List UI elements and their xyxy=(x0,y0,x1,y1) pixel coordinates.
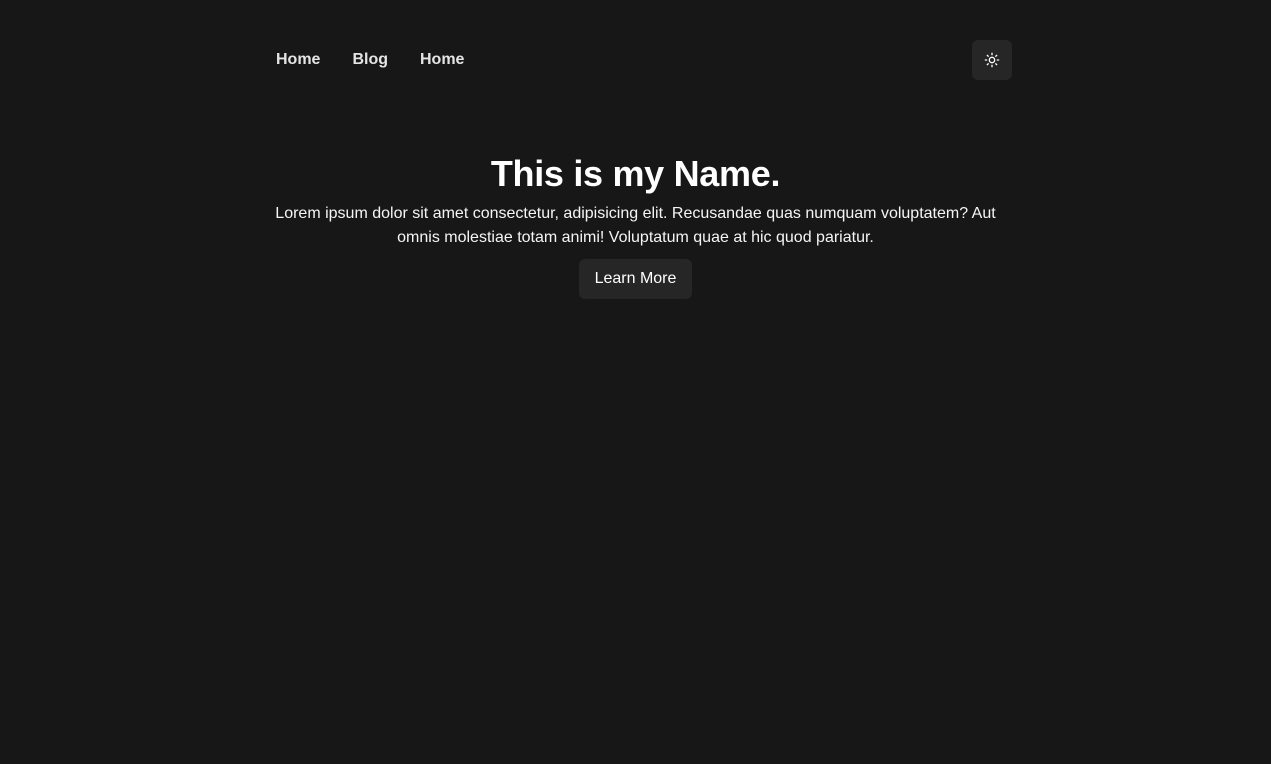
nav-link-blog[interactable]: Blog xyxy=(336,40,404,80)
page: Home Blog Home This is my Name. Lorem ip… xyxy=(0,0,1271,764)
theme-toggle-button[interactable] xyxy=(972,40,1012,80)
nav-links: Home Blog Home xyxy=(260,40,480,80)
nav-link-home[interactable]: Home xyxy=(260,40,336,80)
learn-more-button[interactable]: Learn More xyxy=(578,259,693,299)
hero-title: This is my Name. xyxy=(490,153,781,194)
sun-icon xyxy=(984,52,1000,68)
navbar: Home Blog Home xyxy=(260,40,1012,80)
hero-description: Lorem ipsum dolor sit amet consectetur, … xyxy=(275,205,996,246)
hero-section: This is my Name. Lorem ipsum dolor sit a… xyxy=(0,150,1271,299)
nav-link-home-2[interactable]: Home xyxy=(404,40,480,80)
